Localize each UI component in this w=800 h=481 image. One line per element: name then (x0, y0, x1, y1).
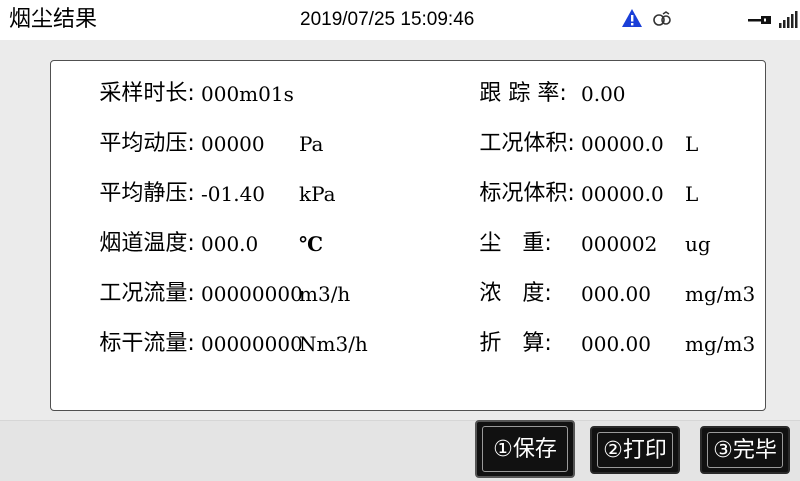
working-flow-value: 00000000 (201, 282, 303, 306)
concentration-unit: mg/m3 (685, 282, 756, 306)
standard-dry-flow-value: 00000000 (201, 332, 303, 356)
sampling-duration-label: 采样时长: (99, 81, 195, 106)
tracking-rate-label: 跟 踪 率: (479, 81, 567, 106)
print-button-label: ②打印 (597, 432, 673, 468)
avg-static-pressure-value: -01.40 (201, 182, 266, 206)
finish-button-label: ③完毕 (707, 432, 783, 468)
avg-dynamic-pressure-unit: Pa (299, 132, 324, 156)
standard-volume-unit: L (685, 182, 699, 206)
standard-volume-label: 标况体积: (479, 181, 575, 206)
standard-dry-flow-unit: Nm3/h (299, 332, 368, 356)
flue-temperature-row: 烟道温度: 000.0 ℃ (79, 229, 323, 259)
standard-dry-flow-row: 标干流量: 00000000 Nm3/h (79, 329, 367, 359)
working-volume-unit: L (685, 132, 699, 156)
signal-icon (779, 11, 798, 28)
sampling-duration-row: 采样时长: 000m01s (79, 79, 294, 109)
avg-static-pressure-unit: kPa (299, 182, 336, 206)
standard-dry-flow-label: 标干流量: (99, 331, 195, 356)
converted-concentration-row: 折 算: 000.00 mg/m3 (459, 329, 755, 359)
print-button[interactable]: ②打印 (590, 426, 680, 474)
working-volume-value: 00000.0 (581, 132, 664, 156)
warning-icon (622, 9, 642, 27)
dust-weight-label: 尘 重: (479, 231, 552, 256)
tracking-rate-value: 0.00 (581, 82, 626, 106)
results-panel: 采样时长: 000m01s 平均动压: 00000 Pa 平均静压: -01.4… (50, 60, 766, 411)
avg-dynamic-pressure-row: 平均动压: 00000 Pa (79, 129, 323, 159)
flue-temperature-value: 000.0 (201, 232, 259, 256)
converted-concentration-label: 折 算: (479, 331, 552, 356)
standard-volume-value: 00000.0 (581, 182, 664, 206)
flue-temperature-label: 烟道温度: (99, 231, 195, 256)
dust-weight-unit: ug (685, 232, 711, 256)
working-flow-unit: m3/h (299, 282, 351, 306)
avg-static-pressure-row: 平均静压: -01.40 kPa (79, 179, 335, 209)
concentration-row: 浓 度: 000.00 mg/m3 (459, 279, 755, 309)
working-flow-label: 工况流量: (99, 281, 195, 306)
page-title: 烟尘结果 (9, 7, 98, 32)
working-volume-label: 工况体积: (479, 131, 575, 156)
status-bar: 烟尘结果 2019/07/25 15:09:46 (0, 0, 800, 40)
avg-dynamic-pressure-label: 平均动压: (99, 131, 195, 156)
usb-icon (748, 16, 771, 24)
link-icon (653, 11, 671, 26)
avg-dynamic-pressure-value: 00000 (201, 132, 265, 156)
save-button[interactable]: ①保存 (475, 420, 575, 478)
concentration-value: 000.00 (581, 282, 651, 306)
concentration-label: 浓 度: (479, 281, 552, 306)
finish-button[interactable]: ③完毕 (700, 426, 790, 474)
datetime-display: 2019/07/25 15:09:46 (300, 9, 475, 30)
dust-weight-row: 尘 重: 000002 ug (459, 229, 710, 259)
working-flow-row: 工况流量: 00000000 m3/h (79, 279, 350, 309)
button-bar (0, 420, 800, 481)
converted-concentration-unit: mg/m3 (685, 332, 756, 356)
avg-static-pressure-label: 平均静压: (99, 181, 195, 206)
flue-temperature-unit: ℃ (299, 232, 323, 256)
tracking-rate-row: 跟 踪 率: 0.00 (459, 79, 625, 109)
working-volume-row: 工况体积: 00000.0 L (459, 129, 698, 159)
dust-weight-value: 000002 (581, 232, 658, 256)
converted-concentration-value: 000.00 (581, 332, 651, 356)
save-button-label: ①保存 (482, 426, 568, 472)
sampling-duration-value: 000m01s (201, 82, 294, 106)
standard-volume-row: 标况体积: 00000.0 L (459, 179, 698, 209)
